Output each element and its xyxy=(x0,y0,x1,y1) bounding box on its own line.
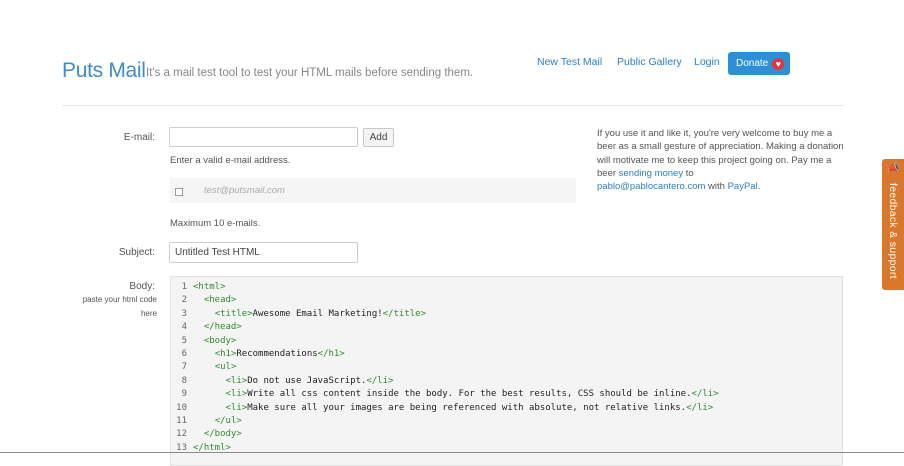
code-tag: <li> xyxy=(225,375,248,386)
nav-new-test-mail[interactable]: New Test Mail xyxy=(537,56,602,68)
code-line: 8 <li>Do not use JavaScript.</li> xyxy=(171,375,394,388)
code-text: Awesome Email Marketing! xyxy=(252,308,383,319)
nav-login[interactable]: Login xyxy=(694,56,720,68)
email-link[interactable]: pablo@pablocantero.com xyxy=(597,181,705,192)
code-tag: <html> xyxy=(193,282,226,292)
donate-button[interactable]: Donate ♥ xyxy=(728,52,790,75)
line-number: 5 xyxy=(181,335,187,346)
donation-text-3: with xyxy=(705,181,728,193)
paypal-link[interactable]: PayPal xyxy=(728,181,758,192)
code-line: 11 </ul> xyxy=(171,415,242,428)
code-tag: <h1> xyxy=(214,349,237,359)
code-line: 1 <html> xyxy=(171,281,226,294)
body-label: Body: xyxy=(129,281,155,292)
subject-label: Subject: xyxy=(118,247,155,258)
code-close-tag: </title> xyxy=(382,308,427,319)
code-close-tag: </li> xyxy=(686,402,714,413)
donation-text-4: . xyxy=(757,181,761,193)
code-line: 4 </head> xyxy=(171,321,242,334)
heart-icon: ♥ xyxy=(772,57,785,70)
subject-input[interactable] xyxy=(169,242,358,263)
code-close-tag: </li> xyxy=(691,389,719,400)
nav-public-gallery[interactable]: Public Gallery xyxy=(617,56,682,68)
code-text: Recommendations xyxy=(236,349,318,359)
header-divider xyxy=(62,105,844,106)
code-tag: <li> xyxy=(225,402,248,413)
code-text: Write all css content inside the body. F… xyxy=(247,389,692,400)
line-number: 9 xyxy=(181,389,187,400)
code-tag: <body> xyxy=(203,335,237,346)
code-tag: </head> xyxy=(203,322,242,333)
recipient-email: test@putsmail.com xyxy=(204,185,285,196)
line-number: 10 xyxy=(176,402,187,413)
email-label: E-mail: xyxy=(123,132,155,143)
tagline: It's a mail test tool to test your HTML … xyxy=(146,67,474,79)
feedback-label: feedback & support xyxy=(887,183,899,279)
donate-label: Donate xyxy=(736,58,769,69)
donation-text-2: to xyxy=(683,167,694,179)
code-line: 5 <body> xyxy=(171,335,237,348)
line-number: 11 xyxy=(176,416,187,426)
code-editor[interactable]: 1 <html> 2 <head> 3 <title>Awesome Email Ma… xyxy=(170,276,843,466)
line-number: 4 xyxy=(181,322,187,333)
code-close-tag: </li> xyxy=(366,375,394,386)
line-number: 12 xyxy=(176,429,187,440)
add-email-button[interactable]: Add xyxy=(363,128,394,147)
sending-money-link[interactable]: sending money xyxy=(619,168,683,179)
code-text: Do not use JavaScript. xyxy=(247,375,367,386)
code-line: 3 <title>Awesome Email Marketing!</title… xyxy=(171,308,426,321)
feedback-support-tab[interactable]: 📣 feedback & support xyxy=(882,159,904,290)
code-line: 6 <h1>Recommendations</h1> xyxy=(171,348,345,361)
code-tag: </ul> xyxy=(214,416,242,426)
code-line: 12 </body> xyxy=(171,428,242,441)
recipient-checkbox[interactable] xyxy=(175,188,183,196)
code-close-tag: </h1> xyxy=(317,349,345,359)
code-tag: <title> xyxy=(214,308,253,319)
line-number: 8 xyxy=(181,375,187,386)
code-tag: <li> xyxy=(225,389,248,400)
line-number: 2 xyxy=(181,295,187,306)
body-help-line2: here xyxy=(140,309,157,318)
megaphone-icon: 📣 xyxy=(887,163,900,174)
donation-message: If you use it and like it, you're very w… xyxy=(597,127,847,193)
code-line: 10 <li>Make sure all your images are bei… xyxy=(171,402,713,415)
line-number: 6 xyxy=(181,349,187,359)
code-line: 7 <ul> xyxy=(171,361,237,374)
email-input[interactable] xyxy=(169,127,358,147)
max-emails-note: Maximum 10 e-mails. xyxy=(170,218,261,229)
code-line: 2 <head> xyxy=(171,294,237,307)
code-text: Make sure all your images are being refe… xyxy=(247,402,687,413)
window-bottom-border xyxy=(0,452,904,453)
code-tag: <head> xyxy=(203,295,237,306)
body-help-line1: paste your html code xyxy=(82,295,157,304)
code-line: 9 <li>Write all css content inside the b… xyxy=(171,388,719,401)
code-tag: </body> xyxy=(203,429,242,440)
line-number: 7 xyxy=(181,362,187,373)
email-help: Enter a valid e-mail address. xyxy=(170,155,291,166)
brand-logo[interactable]: Puts Mail xyxy=(62,59,146,83)
code-tag: <ul> xyxy=(214,362,237,373)
line-number: 1 xyxy=(181,282,187,292)
line-number: 3 xyxy=(181,308,187,319)
